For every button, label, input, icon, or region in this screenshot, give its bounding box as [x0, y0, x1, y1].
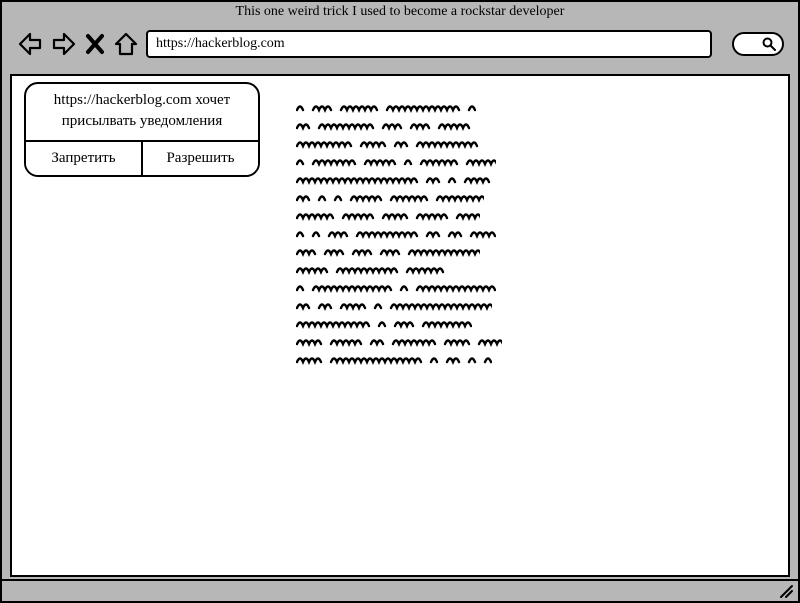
placeholder-text-line: [296, 320, 504, 330]
permission-line-1: https://hackerblog.com хочет: [36, 90, 248, 111]
permission-line-2: присылвать уведомления: [36, 111, 248, 132]
placeholder-text-line: [296, 122, 504, 132]
search-button[interactable]: [732, 32, 784, 56]
back-icon[interactable]: [16, 30, 44, 58]
placeholder-text-line: [296, 158, 504, 168]
browser-toolbar: [2, 22, 798, 70]
permission-message: https://hackerblog.com хочет присылвать …: [26, 84, 258, 140]
browser-window: This one weird trick I used to become a …: [0, 0, 800, 603]
resize-grip-icon[interactable]: [778, 583, 794, 599]
search-icon: [762, 37, 776, 51]
placeholder-text-line: [296, 266, 504, 276]
allow-button[interactable]: Разрешить: [141, 142, 258, 175]
status-bar: [2, 579, 798, 601]
permission-dialog: https://hackerblog.com хочет присылвать …: [24, 82, 260, 177]
stop-icon[interactable]: [84, 30, 106, 58]
placeholder-text-line: [296, 194, 504, 204]
deny-button[interactable]: Запретить: [26, 142, 141, 175]
placeholder-text-line: [296, 356, 504, 366]
placeholder-text-line: [296, 302, 504, 312]
url-input[interactable]: [146, 30, 712, 58]
placeholder-text-line: [296, 338, 504, 348]
placeholder-text-line: [296, 284, 504, 294]
page-content: https://hackerblog.com хочет присылвать …: [10, 74, 790, 577]
window-title: This one weird trick I used to become a …: [2, 2, 798, 22]
article-placeholder: // no-op; lines generated below via stat…: [296, 104, 504, 366]
placeholder-text-line: [296, 230, 504, 240]
home-icon[interactable]: [112, 30, 140, 58]
forward-icon[interactable]: [50, 30, 78, 58]
placeholder-text-line: [296, 248, 504, 258]
permission-buttons: Запретить Разрешить: [26, 140, 258, 175]
placeholder-text-line: [296, 212, 504, 222]
placeholder-text-line: [296, 104, 504, 114]
placeholder-text-line: [296, 176, 504, 186]
placeholder-text-line: [296, 140, 504, 150]
